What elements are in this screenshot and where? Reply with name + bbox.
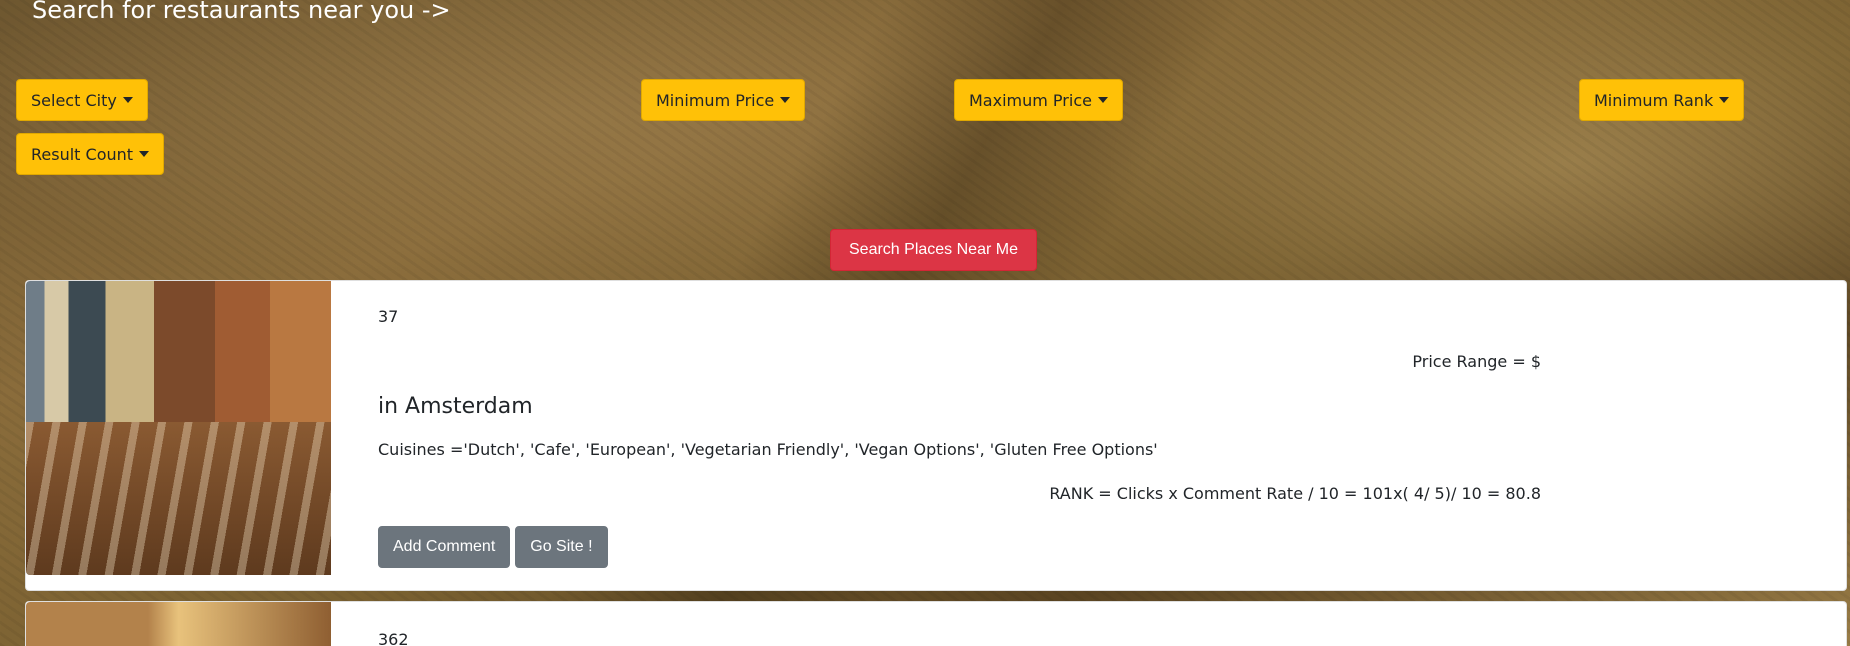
caret-down-icon xyxy=(139,151,150,157)
restaurant-number: 362 xyxy=(378,630,409,646)
restaurant-card: 37 Price Range = $ in Amsterdam Cuisines… xyxy=(25,280,1847,591)
select-city-label: Select City xyxy=(31,90,117,110)
search-places-button[interactable]: Search Places Near Me xyxy=(830,229,1037,271)
minimum-rank-dropdown[interactable]: Minimum Rank xyxy=(1579,79,1745,121)
maximum-price-dropdown[interactable]: Maximum Price xyxy=(954,79,1123,121)
restaurant-cuisines: Cuisines ='Dutch', 'Cafe', 'European', '… xyxy=(378,440,1158,459)
restaurant-image xyxy=(26,281,331,575)
minimum-rank-label: Minimum Rank xyxy=(1594,90,1714,110)
go-site-button[interactable]: Go Site ! xyxy=(515,526,608,568)
restaurant-rank: RANK = Clicks x Comment Rate / 10 = 101x… xyxy=(1049,484,1541,503)
result-count-label: Result Count xyxy=(31,144,134,164)
price-range: Price Range = $ xyxy=(1412,352,1541,371)
select-city-dropdown[interactable]: Select City xyxy=(16,79,148,121)
restaurant-card-body: 37 Price Range = $ in Amsterdam Cuisines… xyxy=(353,281,1846,590)
restaurant-city: in Amsterdam xyxy=(378,394,533,419)
caret-down-icon xyxy=(1719,97,1730,103)
page-heading: Search for restaurants near you -> xyxy=(32,0,451,24)
card-actions: Add Comment Go Site ! xyxy=(378,526,608,568)
restaurant-image xyxy=(26,602,331,646)
caret-down-icon xyxy=(122,97,133,103)
maximum-price-label: Maximum Price xyxy=(969,90,1092,110)
restaurant-card-body: 362 xyxy=(353,602,1846,646)
restaurant-card: 362 xyxy=(25,601,1847,646)
minimum-price-dropdown[interactable]: Minimum Price xyxy=(641,79,806,121)
minimum-price-label: Minimum Price xyxy=(656,90,775,110)
result-count-dropdown[interactable]: Result Count xyxy=(16,133,165,175)
add-comment-button[interactable]: Add Comment xyxy=(378,526,511,568)
caret-down-icon xyxy=(780,97,791,103)
restaurant-number: 37 xyxy=(378,307,399,326)
caret-down-icon xyxy=(1097,97,1108,103)
